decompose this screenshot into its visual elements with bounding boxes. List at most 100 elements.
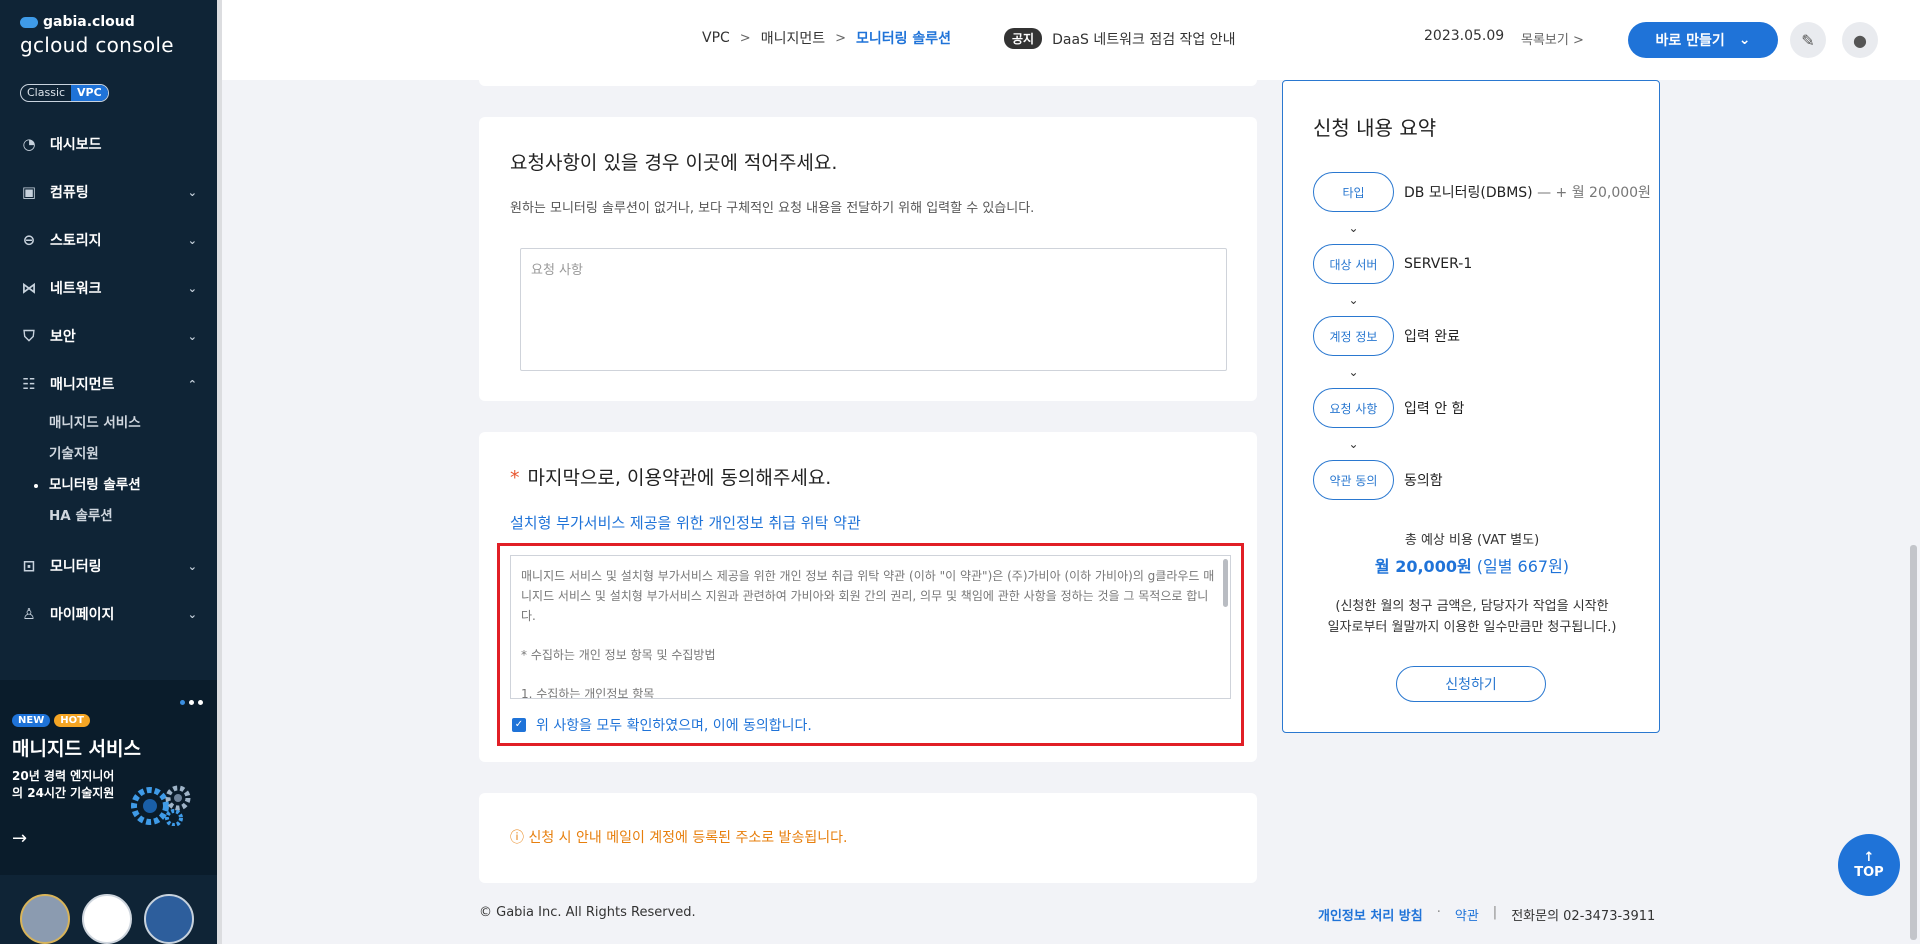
new-badge: NEW xyxy=(12,714,51,727)
sidebar-item-storage[interactable]: ⊖ 스토리지 ⌄ xyxy=(0,216,217,264)
sidebar-item-label: 대시보드 xyxy=(50,137,102,153)
step-label[interactable]: 요청 사항 xyxy=(1313,388,1394,428)
notice-date: 2023.05.09 xyxy=(1424,28,1505,44)
apply-button[interactable]: 신청하기 xyxy=(1396,666,1546,702)
user-account-icon[interactable]: ● xyxy=(1842,22,1878,58)
terms-title: * 마지막으로, 이용약관에 동의해주세요. xyxy=(510,463,831,490)
cloud-service-cert-icon xyxy=(82,894,132,944)
step-value: SERVER-1 xyxy=(1404,256,1473,272)
terms-scrollbar[interactable] xyxy=(1223,559,1228,607)
step-value: 입력 완료 xyxy=(1404,329,1460,345)
terms-highlight-frame: 매니지드 서비스 및 설치형 부가서비스 제공을 위한 개인 정보 취급 위탁 … xyxy=(497,543,1244,746)
sidebar-item-mypage[interactable]: ♙ 마이페이지 ⌄ xyxy=(0,590,217,638)
submenu-managed-service[interactable]: 매니지드 서비스 xyxy=(49,408,217,439)
agree-label: 위 사항을 모두 확인하였으며, 이에 동의합니다. xyxy=(536,718,812,734)
breadcrumb-current: 모니터링 솔루션 xyxy=(856,31,952,47)
summary-step-terms: 약관 동의 동의함 xyxy=(1313,460,1651,500)
step-value: 동의함 xyxy=(1404,473,1443,489)
summary-steps: 타입 DB 모니터링(DBMS) — + 월 20,000원 ⌄ 대상 서버 S… xyxy=(1313,172,1651,500)
sidebar-item-dashboard[interactable]: ◔ 대시보드 xyxy=(0,120,217,168)
promo-banner[interactable]: NEW HOT 매니지드 서비스 20년 경력 엔지니어의 24시간 기술지원 … xyxy=(0,680,217,875)
terms-link-footer[interactable]: 약관 xyxy=(1455,905,1479,924)
promo-title: 매니지드 서비스 xyxy=(12,738,141,760)
sidebar-item-label: 매니지먼트 xyxy=(50,377,115,393)
sidebar-item-computing[interactable]: ▣ 컴퓨팅 ⌄ xyxy=(0,168,217,216)
user-icon: ♙ xyxy=(22,605,36,623)
summary-step-account: 계정 정보 입력 완료 xyxy=(1313,316,1651,356)
chat-icon[interactable]: ✎ xyxy=(1790,22,1826,58)
scroll-top-button[interactable]: ↑ TOP xyxy=(1838,834,1900,896)
privacy-policy-link[interactable]: 개인정보 처리 방침 xyxy=(1318,905,1423,924)
gears-icon xyxy=(131,785,191,826)
brand-logo[interactable]: gabia.cloud gcloud console xyxy=(20,14,174,57)
sidebar-scrollbar[interactable] xyxy=(217,0,222,944)
submenu-monitoring-solution[interactable]: 모니터링 솔루션 xyxy=(34,470,217,501)
step-label[interactable]: 대상 서버 xyxy=(1313,244,1394,284)
chevron-down-icon: ⌄ xyxy=(187,607,197,621)
cloud-icon xyxy=(20,16,38,28)
env-vpc[interactable]: VPC xyxy=(71,85,108,101)
notice-list-link[interactable]: 목록보기 > xyxy=(1521,29,1584,48)
chart-icon: ⊡ xyxy=(22,557,36,575)
terms-link[interactable]: 설치형 부가서비스 제공을 위한 개인정보 취급 위탁 약관 xyxy=(510,512,861,533)
server-icon: ☷ xyxy=(22,375,36,393)
request-description: 원하는 모니터링 솔루션이 없거나, 보다 구체적인 요청 내용을 전달하기 위… xyxy=(510,201,1035,216)
phone-contact: 전화문의 02-3473-3911 xyxy=(1511,909,1656,924)
summary-step-server: 대상 서버 SERVER-1 xyxy=(1313,244,1651,284)
carousel-dots[interactable] xyxy=(180,700,203,705)
brand-main-text: gcloud console xyxy=(20,33,174,57)
cost-note: (신청한 월의 청구 금액은, 담당자가 작업을 시작한 일자로부터 월말까지 이… xyxy=(1327,599,1617,635)
management-submenu: 매니지드 서비스 기술지원 모니터링 솔루션 HA 솔루션 xyxy=(0,408,217,532)
footer-links: 개인정보 처리 방침 · 약관 | 전화문의 02-3473-3911 xyxy=(1318,905,1655,924)
arrow-right-icon[interactable]: → xyxy=(12,828,27,849)
step-value: DB 모니터링(DBMS) — + 월 20,000원 xyxy=(1404,185,1651,201)
sidebar-item-label: 네트워크 xyxy=(50,281,102,297)
sidebar: gabia.cloud gcloud console Classic VPC ◔… xyxy=(0,0,217,944)
page-scrollbar[interactable] xyxy=(1910,545,1917,940)
chevron-down-icon: ⌄ xyxy=(1738,32,1751,48)
notice-banner[interactable]: 공지 DaaS 네트워크 점검 작업 안내 xyxy=(1004,28,1236,49)
terms-content-box[interactable]: 매니지드 서비스 및 설치형 부가서비스 제공을 위한 개인 정보 취급 위탁 … xyxy=(510,555,1231,699)
chevron-down-icon: ⌄ xyxy=(187,559,197,573)
checkbox-checked-icon[interactable]: ✓ xyxy=(512,718,526,732)
csap-cert-icon xyxy=(144,894,194,944)
cost-value: 월 20,000원 (일별 667원) xyxy=(1374,557,1570,576)
step-label[interactable]: 약관 동의 xyxy=(1313,460,1394,500)
submenu-tech-support[interactable]: 기술지원 xyxy=(49,439,217,470)
summary-panel: 신청 내용 요약 타입 DB 모니터링(DBMS) — + 월 20,000원 … xyxy=(1282,80,1660,733)
breadcrumb: VPC > 매니지먼트 > 모니터링 솔루션 xyxy=(702,28,951,48)
notice-tag: 공지 xyxy=(1004,28,1043,49)
env-toggle[interactable]: Classic VPC xyxy=(20,84,109,102)
sidebar-nav: ◔ 대시보드 ▣ 컴퓨팅 ⌄ ⊖ 스토리지 ⌄ ⋈ 네트워크 ⌄ ⛉ 보안 ⌄ ☷ 매니지먼트 ⌃ 매… xyxy=(0,120,217,638)
quick-create-button[interactable]: 바로 만들기 ⌄ xyxy=(1628,22,1778,58)
footer-divider: | xyxy=(1492,905,1498,920)
breadcrumb-management[interactable]: 매니지먼트 xyxy=(761,28,825,48)
breadcrumb-separator: > xyxy=(739,30,751,46)
sidebar-item-label: 마이페이지 xyxy=(50,607,115,623)
breadcrumb-separator: > xyxy=(835,30,847,46)
summary-step-request: 요청 사항 입력 안 함 xyxy=(1313,388,1651,428)
chevron-down-icon: ⌄ xyxy=(1348,365,1359,379)
copyright: © Gabia Inc. All Rights Reserved. xyxy=(479,905,696,920)
submenu-ha-solution[interactable]: HA 솔루션 xyxy=(49,501,217,532)
breadcrumb-vpc[interactable]: VPC xyxy=(702,30,730,46)
step-label[interactable]: 계정 정보 xyxy=(1313,316,1394,356)
summary-step-type: 타입 DB 모니터링(DBMS) — + 월 20,000원 xyxy=(1313,172,1651,212)
sidebar-item-network[interactable]: ⋈ 네트워크 ⌄ xyxy=(0,264,217,312)
sidebar-item-monitoring[interactable]: ⊡ 모니터링 ⌄ xyxy=(0,542,217,590)
request-textarea[interactable]: 요청 사항 xyxy=(520,248,1227,371)
sidebar-item-security[interactable]: ⛉ 보안 ⌄ xyxy=(0,312,217,360)
chevron-down-icon: ⌄ xyxy=(1348,437,1359,451)
chevron-down-icon: ⌄ xyxy=(187,329,197,343)
chevron-down-icon: ⌄ xyxy=(1348,221,1359,235)
notice-text[interactable]: DaaS 네트워크 점검 작업 안내 xyxy=(1052,29,1235,49)
brand-top-text: gabia.cloud xyxy=(43,14,135,30)
terms-title-text: 마지막으로, 이용약관에 동의해주세요. xyxy=(527,467,832,489)
terms-section: * 마지막으로, 이용약관에 동의해주세요. 설치형 부가서비스 제공을 위한 개… xyxy=(479,432,1257,762)
agree-checkbox-row[interactable]: ✓ 위 사항을 모두 확인하였으며, 이에 동의합니다. xyxy=(512,715,812,735)
env-classic[interactable]: Classic xyxy=(21,85,71,101)
info-notice: ⓘ 신청 시 안내 메일이 계정에 등록된 주소로 발송됩니다. xyxy=(510,830,848,846)
sidebar-item-management[interactable]: ☷ 매니지먼트 ⌃ xyxy=(0,360,217,408)
step-label[interactable]: 타입 xyxy=(1313,172,1394,212)
quick-create-label: 바로 만들기 xyxy=(1655,33,1725,49)
